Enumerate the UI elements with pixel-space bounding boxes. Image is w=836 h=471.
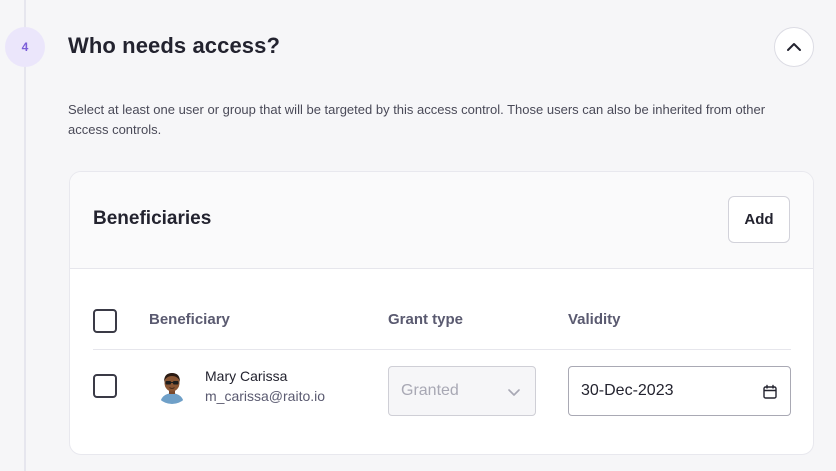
validity-date-input[interactable]: 30-Dec-2023 [568, 366, 791, 416]
card-header: Beneficiaries Add [70, 172, 813, 269]
row-divider [93, 349, 791, 350]
add-button[interactable]: Add [728, 196, 790, 243]
column-header-grant-type: Grant type [388, 311, 464, 328]
card-title: Beneficiaries [93, 208, 212, 229]
step-badge: 4 [5, 27, 45, 67]
column-header-beneficiary: Beneficiary [149, 311, 230, 328]
collapse-button[interactable] [774, 27, 814, 67]
validity-value: 30-Dec-2023 [581, 382, 674, 399]
chevron-up-icon [787, 43, 801, 51]
section-title: Who needs access? [68, 33, 280, 58]
beneficiary-email: m_carissa@raito.io [205, 388, 326, 404]
timeline-line [24, 0, 26, 471]
column-header-validity: Validity [568, 311, 621, 328]
select-all-checkbox[interactable] [93, 309, 117, 333]
grant-type-value: Granted [401, 382, 459, 399]
step-number: 4 [21, 40, 29, 54]
section-description: Select at least one user or group that w… [68, 102, 766, 137]
row-checkbox[interactable] [93, 374, 117, 398]
calendar-icon[interactable] [762, 384, 778, 400]
avatar [154, 368, 190, 404]
grant-type-select[interactable]: Granted [388, 366, 536, 416]
beneficiaries-card: Beneficiaries Add Beneficiary Grant type… [69, 171, 814, 455]
chevron-down-icon [508, 389, 520, 396]
beneficiary-name: Mary Carissa [205, 368, 288, 384]
